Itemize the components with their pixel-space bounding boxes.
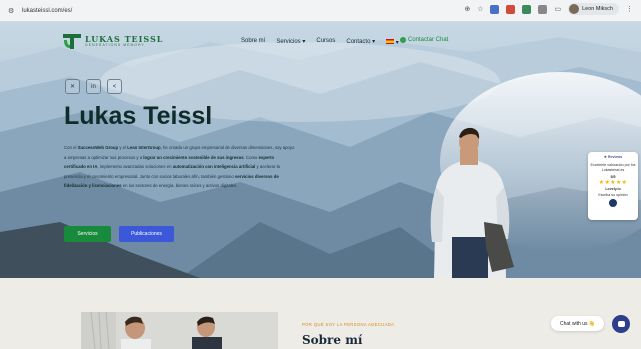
site-logo[interactable]: LUKAS TEISSL GENERATIONS MEMORY [62, 31, 163, 51]
about-kicker: POR QUÉ SOY LA PERSONA ADECUADA [302, 322, 395, 327]
star-rating-icon: ★★★★★ [598, 180, 628, 186]
intro-paragraph: Con el SuccessWeb Group y el Lean InterG… [64, 145, 295, 189]
nav-item-cursos[interactable]: Cursos [316, 38, 335, 46]
servicios-button[interactable]: Servicios [64, 226, 111, 242]
extension-icon[interactable] [522, 4, 532, 14]
url-text[interactable]: lukasteissl.com/es/ [22, 8, 72, 14]
review-cta[interactable]: Escriba su opinión [590, 193, 636, 197]
social-links: ✕ in < [65, 79, 122, 94]
nav-item-sobre-mi[interactable]: Sobre mí [241, 38, 265, 46]
extension-icon[interactable] [490, 4, 500, 14]
hero-section: LUKAS TEISSL GENERATIONS MEMORY Sobre mí… [0, 22, 641, 278]
profile-chip[interactable]: Leon Miksch [568, 3, 619, 15]
publicaciones-button[interactable]: Publicaciones [119, 226, 174, 242]
spain-flag-icon [386, 39, 395, 44]
site-settings-icon[interactable]: ⚙ [8, 7, 18, 15]
browser-window: ⚙ lukasteissl.com/es/ ⊕ ☆ ▭ Leon Miksch … [0, 0, 641, 349]
site-navigation: LUKAS TEISSL GENERATIONS MEMORY Sobre mí… [0, 31, 641, 53]
browser-actions: ⊕ ☆ ▭ Leon Miksch ⋮ [464, 3, 633, 15]
x-icon[interactable]: ✕ [65, 79, 80, 94]
sidepanel-icon[interactable]: ▭ [554, 5, 561, 13]
share-icon[interactable]: < [107, 79, 122, 94]
language-caret: ▾ [395, 40, 399, 46]
review-widget[interactable]: ★ Reviews Excelente valoración por los L… [588, 152, 638, 220]
browser-toolbar: ⚙ lukasteissl.com/es/ ⊕ ☆ ▭ Leon Miksch … [0, 0, 641, 22]
profile-name: Leon Miksch [582, 6, 613, 12]
logo-text: LUKAS TEISSL [85, 34, 164, 44]
zoom-icon[interactable]: ⊕ [464, 5, 470, 13]
review-header: ★ Reviews [603, 155, 623, 159]
review-site: Lukasteissl.es [601, 168, 625, 172]
contact-chat-label: Contactar Chat [408, 37, 449, 43]
nav-menu: Sobre mí Servicios ▾ Cursos Contacto ▾ ▾ [241, 38, 399, 46]
browser-menu-icon[interactable]: ⋮ [626, 5, 633, 13]
extensions-puzzle-icon[interactable] [538, 4, 548, 14]
chat-with-us-bubble[interactable]: Chat with us 👋 [551, 316, 605, 331]
about-section: POR QUÉ SOY LA PERSONA ADECUADA Sobre mí… [0, 278, 641, 349]
nav-item-servicios[interactable]: Servicios ▾ [276, 38, 305, 46]
page-title: Lukas Teissl [64, 102, 213, 130]
avatar [569, 4, 580, 14]
about-heading: Sobre mí [302, 333, 363, 347]
about-photo [81, 312, 278, 349]
chat-icon [617, 321, 625, 327]
linkedin-icon[interactable]: in [86, 79, 101, 94]
contact-chat-link[interactable]: Contactar Chat [400, 37, 448, 43]
gmail-extension-icon[interactable] [506, 4, 516, 14]
review-provider: Lovely.io [605, 187, 621, 191]
nav-item-contacto[interactable]: Contacto ▾ [346, 38, 375, 46]
portrait-photo [430, 127, 514, 278]
address-bar[interactable]: ⚙ lukasteissl.com/es/ [8, 4, 498, 18]
chat-launcher-button[interactable] [612, 315, 630, 333]
review-badge-icon [609, 199, 617, 207]
logo-mark-icon [63, 34, 81, 49]
language-selector[interactable]: ▾ [386, 38, 399, 46]
review-line: Excelente valoración por los [590, 163, 636, 167]
bookmark-star-icon[interactable]: ☆ [477, 5, 483, 13]
whatsapp-icon [400, 37, 406, 43]
